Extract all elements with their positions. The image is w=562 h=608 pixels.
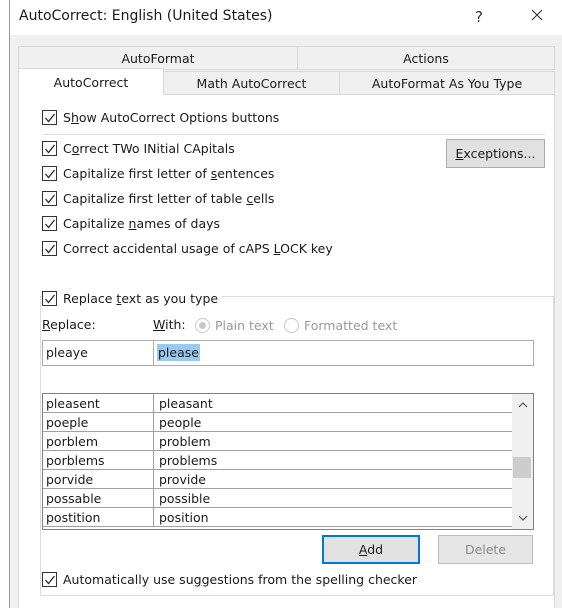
auto-spelling-suggestions-checkbox[interactable]: Automatically use suggestions from the s…: [42, 572, 417, 587]
tab-autoformat-as-you-type[interactable]: AutoFormat As You Type: [339, 71, 555, 95]
checkbox-label: Automatically use suggestions from the s…: [63, 572, 418, 587]
checkbox-label: Capitalize names of days: [63, 216, 221, 231]
correct-two-initial-capitals-checkbox[interactable]: Correct TWo INitial CApitals: [42, 141, 235, 156]
with-cell: people: [159, 415, 202, 430]
list-item[interactable]: postition position: [43, 508, 512, 527]
with-cell: problem: [159, 434, 211, 449]
chevron-up-icon: [518, 402, 527, 408]
show-autocorrect-options-checkbox[interactable]: Show AutoCorrect Options buttons: [42, 110, 279, 125]
checkbox-box[interactable]: [42, 291, 57, 306]
column-divider: [153, 394, 154, 413]
capitalize-sentences-checkbox[interactable]: Capitalize first letter of sentences: [42, 166, 274, 181]
list-item[interactable]: pleasent pleasant: [43, 394, 512, 413]
replace-label: Replace:: [42, 317, 96, 332]
add-button[interactable]: Add: [322, 535, 420, 564]
column-divider: [153, 413, 154, 432]
title-bar: AutoCorrect: English (United States) ?: [10, 0, 562, 35]
checkbox-label: Capitalize first letter of table cells: [63, 191, 275, 206]
tab-autoformat[interactable]: AutoFormat: [18, 46, 298, 70]
checkbox-box[interactable]: [42, 241, 57, 256]
checkbox-box[interactable]: [42, 166, 57, 181]
autocorrect-dialog: AutoCorrect: English (United States) ? A…: [10, 0, 562, 608]
checkmark-icon: [45, 575, 55, 585]
close-button[interactable]: [523, 4, 551, 30]
delete-button[interactable]: Delete: [438, 535, 533, 564]
column-divider: [153, 508, 154, 527]
replace-cell: postition: [46, 510, 101, 525]
checkbox-label: Correct accidental usage of cAPS LOCK ke…: [63, 241, 333, 256]
checkbox-box[interactable]: [42, 572, 57, 587]
checkbox-label: Capitalize first letter of sentences: [63, 166, 275, 181]
tab-row-front: AutoCorrect Math AutoCorrect AutoFormat …: [18, 68, 555, 95]
checkmark-icon: [45, 113, 55, 123]
column-divider: [153, 470, 154, 489]
list-item[interactable]: poeple people: [43, 413, 512, 432]
capitalize-days-checkbox[interactable]: Capitalize names of days: [42, 216, 220, 231]
replace-cell: porvide: [46, 472, 94, 487]
plain-text-radio[interactable]: Plain text: [195, 318, 274, 333]
replace-cell: poeple: [46, 415, 89, 430]
checkbox-label: Replace text as you type: [63, 291, 219, 306]
background-window-edge: [0, 0, 10, 608]
checkmark-icon: [45, 244, 55, 254]
with-cell: provide: [159, 472, 206, 487]
tab-math-autocorrect[interactable]: Math AutoCorrect: [163, 71, 340, 95]
list-item[interactable]: possable possible: [43, 489, 512, 508]
radio-button[interactable]: [284, 318, 299, 333]
replace-cell: porblem: [46, 434, 98, 449]
checkmark-icon: [45, 294, 55, 304]
checkbox-label: Correct TWo INitial CApitals: [63, 141, 235, 156]
chevron-down-icon: [518, 515, 527, 521]
checkmark-icon: [45, 169, 55, 179]
tab-autocorrect[interactable]: AutoCorrect: [18, 68, 164, 95]
with-cell: position: [159, 510, 209, 525]
with-cell: pleasant: [159, 396, 213, 411]
formatted-text-radio[interactable]: Formatted text: [284, 318, 397, 333]
scroll-up-button[interactable]: [512, 396, 533, 413]
autocorrect-entries-list[interactable]: pleasent pleasant poeple people porblem probl…: [42, 393, 534, 530]
correct-caps-lock-checkbox[interactable]: Correct accidental usage of cAPS LOCK ke…: [42, 241, 333, 256]
list-item[interactable]: porblem problem: [43, 432, 512, 451]
tab-actions[interactable]: Actions: [297, 46, 555, 70]
checkbox-box[interactable]: [42, 110, 57, 125]
checkbox-box[interactable]: [42, 191, 57, 206]
with-label: With:: [153, 317, 186, 332]
column-divider: [153, 432, 154, 451]
replace-input[interactable]: pleaye: [42, 340, 154, 366]
checkmark-icon: [45, 219, 55, 229]
tab-row-back: AutoFormat Actions: [18, 46, 555, 70]
window-title: AutoCorrect: English (United States): [19, 8, 273, 24]
column-divider: [153, 489, 154, 508]
list-scrollbar[interactable]: [512, 394, 533, 529]
checkbox-box[interactable]: [42, 141, 57, 156]
scroll-thumb[interactable]: [513, 457, 531, 479]
radio-button[interactable]: [195, 318, 210, 333]
replace-cell: pleasent: [46, 396, 100, 411]
checkbox-box[interactable]: [42, 216, 57, 231]
separator: [43, 134, 545, 135]
with-cell: problems: [159, 453, 218, 468]
capitalize-table-cells-checkbox[interactable]: Capitalize first letter of table cells: [42, 191, 274, 206]
replace-cell: porblems: [46, 453, 105, 468]
with-cell: possible: [159, 491, 211, 506]
checkmark-icon: [45, 194, 55, 204]
exceptions-button[interactable]: Exceptions...: [446, 139, 545, 168]
scroll-down-button[interactable]: [512, 510, 533, 527]
replace-text-as-you-type-checkbox[interactable]: Replace text as you type: [42, 291, 223, 306]
list-item[interactable]: porvide provide: [43, 470, 512, 489]
close-icon: [531, 9, 543, 21]
list-item[interactable]: porblems problems: [43, 451, 512, 470]
column-divider: [153, 451, 154, 470]
with-input[interactable]: please: [153, 340, 534, 366]
checkmark-icon: [45, 144, 55, 154]
help-button[interactable]: ?: [465, 4, 493, 30]
checkbox-label: Show AutoCorrect Options buttons: [63, 110, 280, 125]
selected-text: please: [157, 344, 200, 361]
replace-cell: possable: [46, 491, 102, 506]
